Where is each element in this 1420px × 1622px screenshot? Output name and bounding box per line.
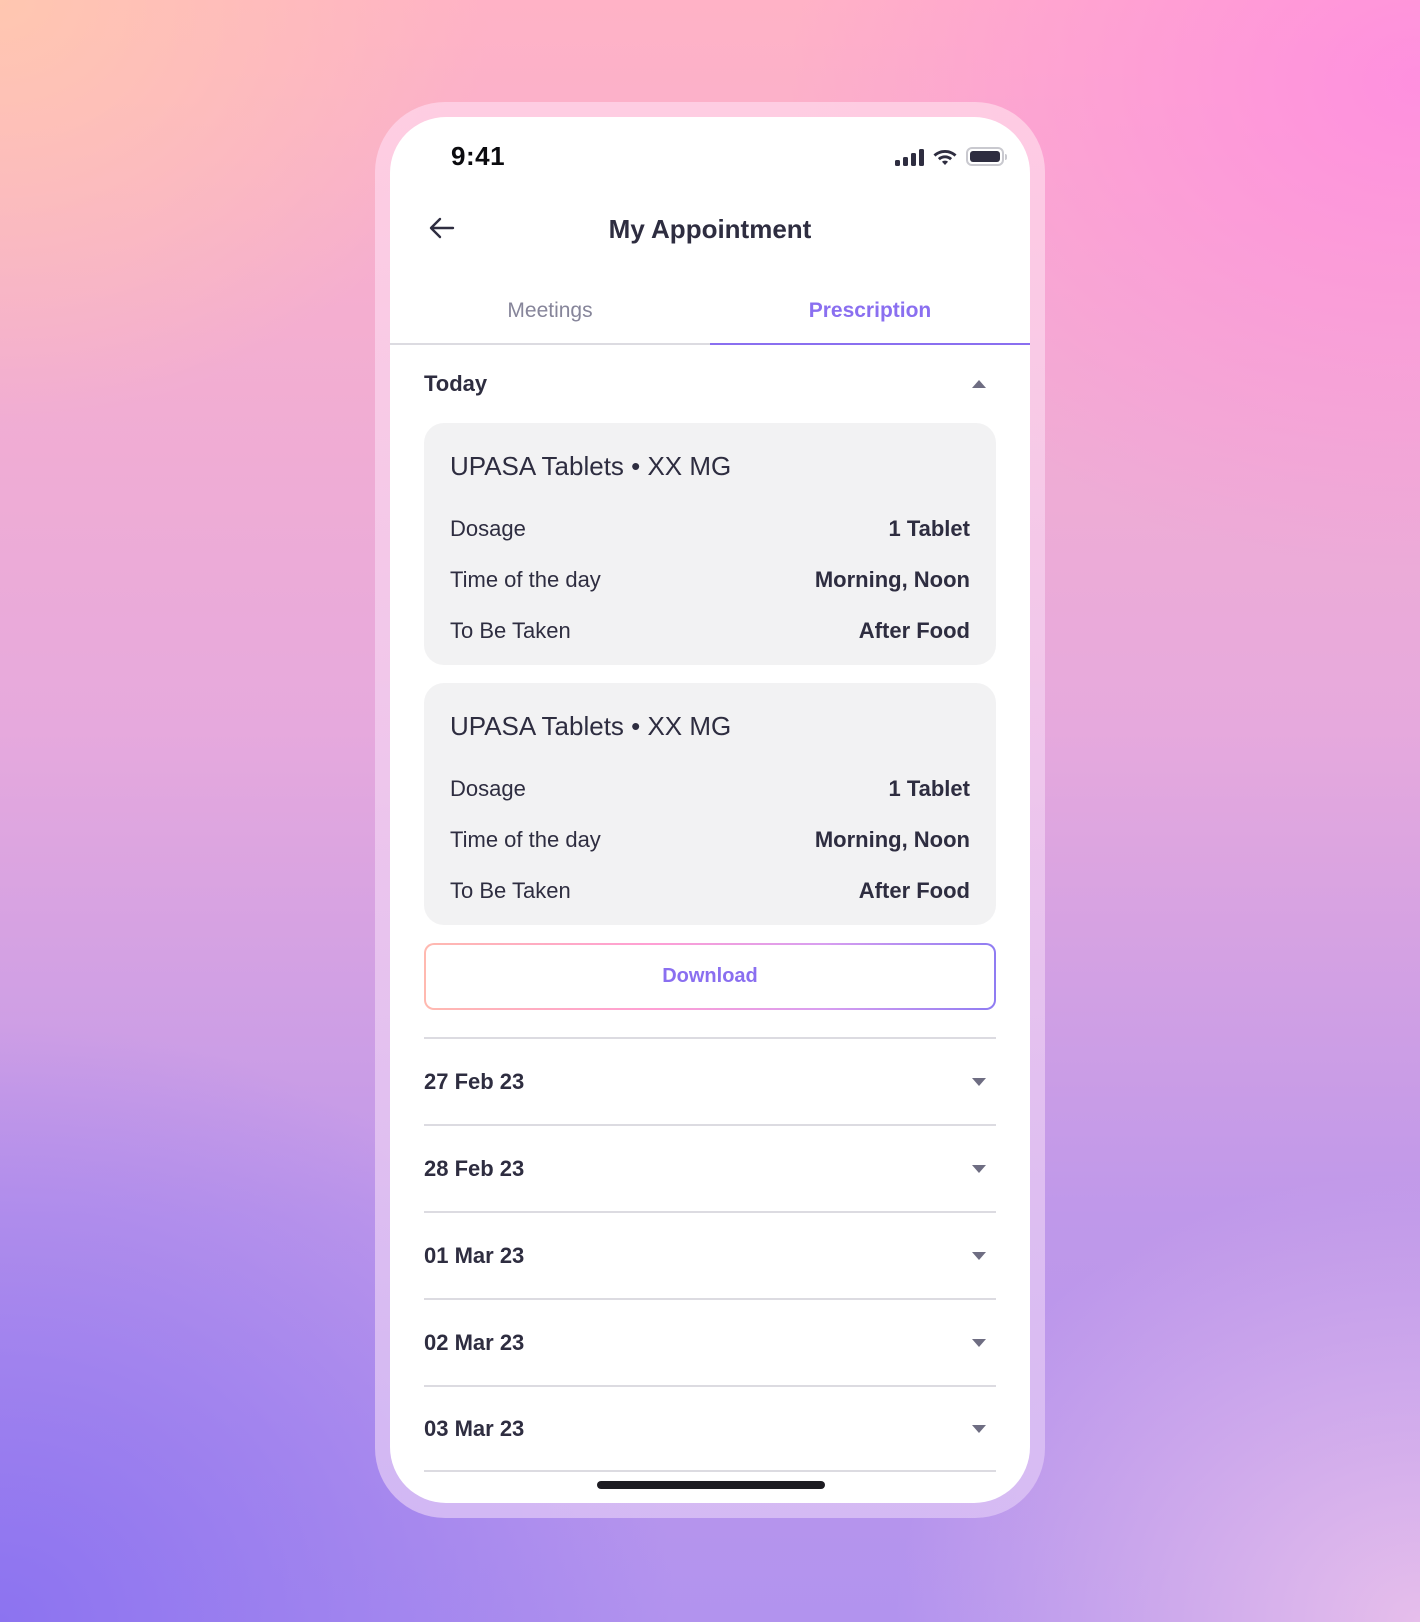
time-of-day-row: Time of the day Morning, Noon — [450, 814, 970, 865]
home-indicator[interactable] — [597, 1481, 825, 1489]
tab-meetings[interactable]: Meetings — [390, 277, 710, 343]
battery-icon — [966, 147, 1007, 166]
download-button-label: Download — [426, 945, 994, 1008]
date-section-label: 01 Mar 23 — [424, 1242, 525, 1268]
phone-screen: 9:41 My Appointment Meetings Prescriptio… — [390, 117, 1030, 1503]
prescription-card: UPASA Tablets • XX MG Dosage 1 Tablet Ti… — [424, 683, 996, 925]
tab-bar: Meetings Prescription — [390, 277, 1030, 345]
status-time: 9:41 — [451, 141, 506, 171]
dosage-value: 1 Tablet — [888, 515, 970, 541]
caret-down-icon[interactable] — [972, 1424, 986, 1433]
to-be-taken-row: To Be Taken After Food — [450, 865, 970, 916]
date-section-row[interactable]: 03 Mar 23 — [424, 1385, 996, 1472]
to-be-taken-value: After Food — [858, 877, 970, 903]
tab-prescription[interactable]: Prescription — [710, 277, 1030, 345]
caret-down-icon[interactable] — [972, 1164, 986, 1173]
date-section-row[interactable]: 01 Mar 23 — [424, 1211, 996, 1298]
nav-bar: My Appointment — [390, 197, 1030, 267]
date-section-row[interactable]: 27 Feb 23 — [424, 1037, 996, 1124]
dosage-row: Dosage 1 Tablet — [450, 503, 970, 554]
date-section-label: 27 Feb 23 — [424, 1068, 525, 1094]
date-section-label: 02 Mar 23 — [424, 1329, 525, 1355]
caret-down-icon[interactable] — [972, 1077, 986, 1086]
prescription-card: UPASA Tablets • XX MG Dosage 1 Tablet Ti… — [424, 423, 996, 665]
date-section-label: 28 Feb 23 — [424, 1155, 525, 1181]
to-be-taken-value: After Food — [858, 617, 970, 643]
caret-down-icon[interactable] — [972, 1251, 986, 1260]
dosage-row: Dosage 1 Tablet — [450, 763, 970, 814]
medicine-name: UPASA Tablets • XX MG — [450, 451, 732, 481]
date-section-label: 03 Mar 23 — [424, 1415, 525, 1441]
dosage-label: Dosage — [450, 775, 526, 801]
time-of-day-value: Morning, Noon — [814, 566, 970, 592]
to-be-taken-label: To Be Taken — [450, 617, 571, 643]
dosage-label: Dosage — [450, 515, 526, 541]
date-section-list: 27 Feb 23 28 Feb 23 01 Mar 23 02 Mar 23 … — [424, 1037, 996, 1472]
page-title: My Appointment — [608, 214, 812, 244]
prescription-content: Today UPASA Tablets • XX MG Dosage 1 Tab… — [424, 345, 996, 1472]
status-icons — [895, 147, 1007, 166]
date-section-row[interactable]: 02 Mar 23 — [424, 1298, 996, 1385]
time-of-day-label: Time of the day — [450, 826, 601, 852]
cellular-signal-icon — [895, 148, 924, 166]
today-section-header[interactable]: Today — [424, 345, 996, 423]
time-of-day-label: Time of the day — [450, 566, 601, 592]
medicine-name: UPASA Tablets • XX MG — [450, 711, 732, 741]
section-title-today: Today — [424, 371, 488, 396]
time-of-day-row: Time of the day Morning, Noon — [450, 554, 970, 605]
dosage-value: 1 Tablet — [888, 775, 970, 801]
status-bar: 9:41 — [390, 117, 1030, 197]
to-be-taken-label: To Be Taken — [450, 877, 571, 903]
to-be-taken-row: To Be Taken After Food — [450, 605, 970, 656]
caret-up-icon[interactable] — [972, 380, 986, 388]
download-button[interactable]: Download — [424, 943, 996, 1010]
caret-down-icon[interactable] — [972, 1338, 986, 1347]
date-section-row[interactable]: 28 Feb 23 — [424, 1124, 996, 1211]
wifi-icon — [933, 150, 957, 165]
time-of-day-value: Morning, Noon — [814, 826, 970, 852]
